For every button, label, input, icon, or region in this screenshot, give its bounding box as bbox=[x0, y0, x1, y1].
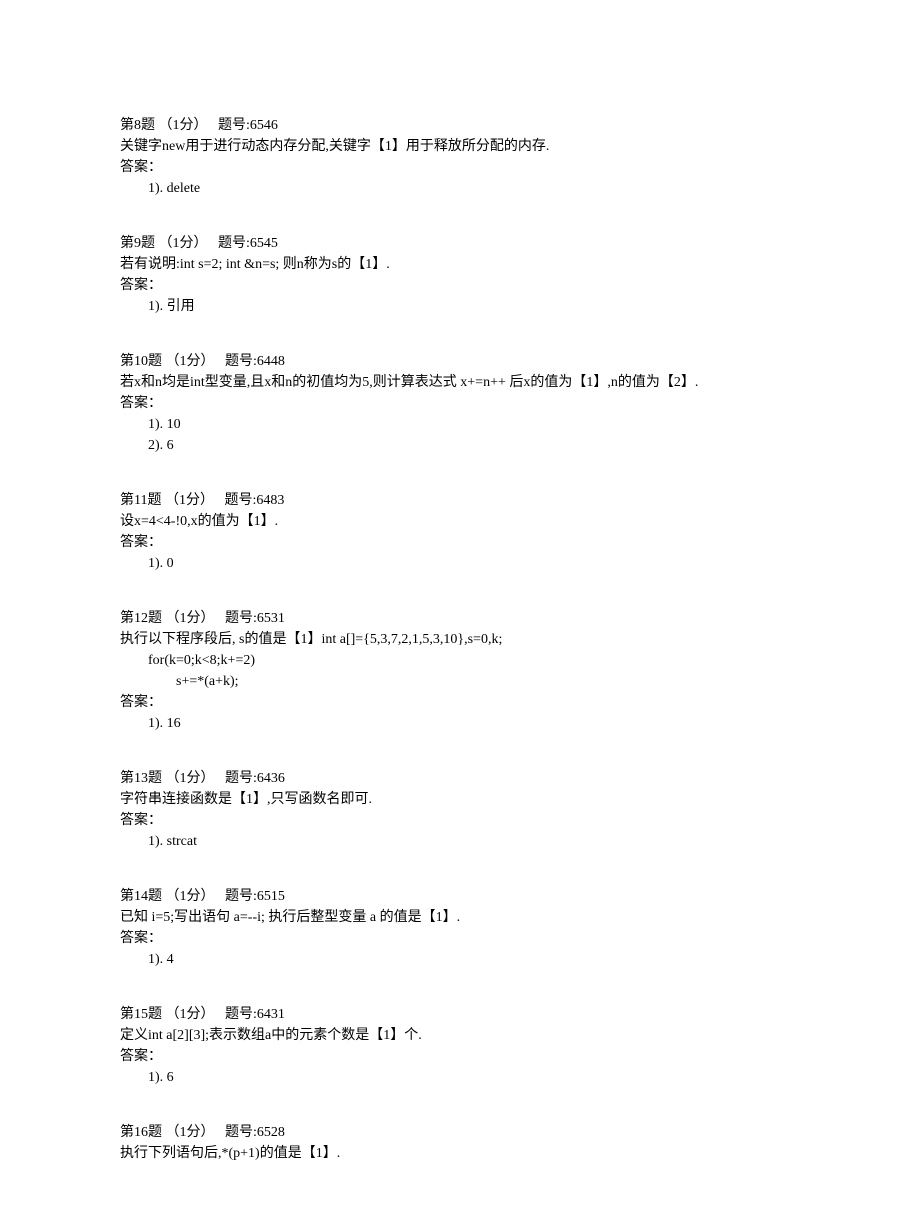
question-header: 第12题 （1分） 题号:6531 bbox=[120, 608, 800, 629]
answer-item: 1). 10 bbox=[120, 414, 800, 435]
question-header: 第14题 （1分） 题号:6515 bbox=[120, 886, 800, 907]
question-8: 第8题 （1分） 题号:6546 关键字new用于进行动态内存分配,关键字【1】… bbox=[120, 115, 800, 199]
question-body: 执行下列语句后,*(p+1)的值是【1】. bbox=[120, 1143, 800, 1164]
question-header: 第13题 （1分） 题号:6436 bbox=[120, 768, 800, 789]
question-body: 执行以下程序段后, s的值是【1】int a[]={5,3,7,2,1,5,3,… bbox=[120, 629, 800, 650]
answer-label: 答案： bbox=[120, 157, 800, 178]
question-9: 第9题 （1分） 题号:6545 若有说明:int s=2; int &n=s;… bbox=[120, 233, 800, 317]
answer-label: 答案： bbox=[120, 393, 800, 414]
answer-item: 1). 引用 bbox=[120, 296, 800, 317]
question-body: 设x=4<4-!0,x的值为【1】. bbox=[120, 511, 800, 532]
question-header: 第9题 （1分） 题号:6545 bbox=[120, 233, 800, 254]
question-body: 字符串连接函数是【1】,只写函数名即可. bbox=[120, 789, 800, 810]
question-body: 若x和n均是int型变量,且x和n的初值均为5,则计算表达式 x+=n++ 后x… bbox=[120, 372, 800, 393]
answer-label: 答案： bbox=[120, 692, 800, 713]
answer-label: 答案： bbox=[120, 532, 800, 553]
answer-label: 答案： bbox=[120, 1046, 800, 1067]
question-15: 第15题 （1分） 题号:6431 定义int a[2][3];表示数组a中的元… bbox=[120, 1004, 800, 1088]
answer-item: 1). 16 bbox=[120, 713, 800, 734]
question-13: 第13题 （1分） 题号:6436 字符串连接函数是【1】,只写函数名即可. 答… bbox=[120, 768, 800, 852]
answer-item: 1). delete bbox=[120, 178, 800, 199]
code-line: for(k=0;k<8;k+=2) bbox=[120, 650, 800, 671]
question-body: 关键字new用于进行动态内存分配,关键字【1】用于释放所分配的内存. bbox=[120, 136, 800, 157]
question-14: 第14题 （1分） 题号:6515 已知 i=5;写出语句 a=--i; 执行后… bbox=[120, 886, 800, 970]
question-header: 第10题 （1分） 题号:6448 bbox=[120, 351, 800, 372]
answer-item: 1). 6 bbox=[120, 1067, 800, 1088]
question-header: 第16题 （1分） 题号:6528 bbox=[120, 1122, 800, 1143]
answer-item: 2). 6 bbox=[120, 435, 800, 456]
question-body: 若有说明:int s=2; int &n=s; 则n称为s的【1】. bbox=[120, 254, 800, 275]
question-header: 第11题 （1分） 题号:6483 bbox=[120, 490, 800, 511]
question-body: 已知 i=5;写出语句 a=--i; 执行后整型变量 a 的值是【1】. bbox=[120, 907, 800, 928]
question-10: 第10题 （1分） 题号:6448 若x和n均是int型变量,且x和n的初值均为… bbox=[120, 351, 800, 456]
code-line: s+=*(a+k); bbox=[120, 671, 800, 692]
answer-item: 1). 0 bbox=[120, 553, 800, 574]
question-16: 第16题 （1分） 题号:6528 执行下列语句后,*(p+1)的值是【1】. bbox=[120, 1122, 800, 1164]
question-body: 定义int a[2][3];表示数组a中的元素个数是【1】个. bbox=[120, 1025, 800, 1046]
page-container: 第8题 （1分） 题号:6546 关键字new用于进行动态内存分配,关键字【1】… bbox=[0, 0, 920, 1224]
question-11: 第11题 （1分） 题号:6483 设x=4<4-!0,x的值为【1】. 答案：… bbox=[120, 490, 800, 574]
answer-label: 答案： bbox=[120, 275, 800, 296]
answer-label: 答案： bbox=[120, 810, 800, 831]
answer-item: 1). strcat bbox=[120, 831, 800, 852]
question-header: 第15题 （1分） 题号:6431 bbox=[120, 1004, 800, 1025]
answer-item: 1). 4 bbox=[120, 949, 800, 970]
question-12: 第12题 （1分） 题号:6531 执行以下程序段后, s的值是【1】int a… bbox=[120, 608, 800, 734]
question-header: 第8题 （1分） 题号:6546 bbox=[120, 115, 800, 136]
answer-label: 答案： bbox=[120, 928, 800, 949]
